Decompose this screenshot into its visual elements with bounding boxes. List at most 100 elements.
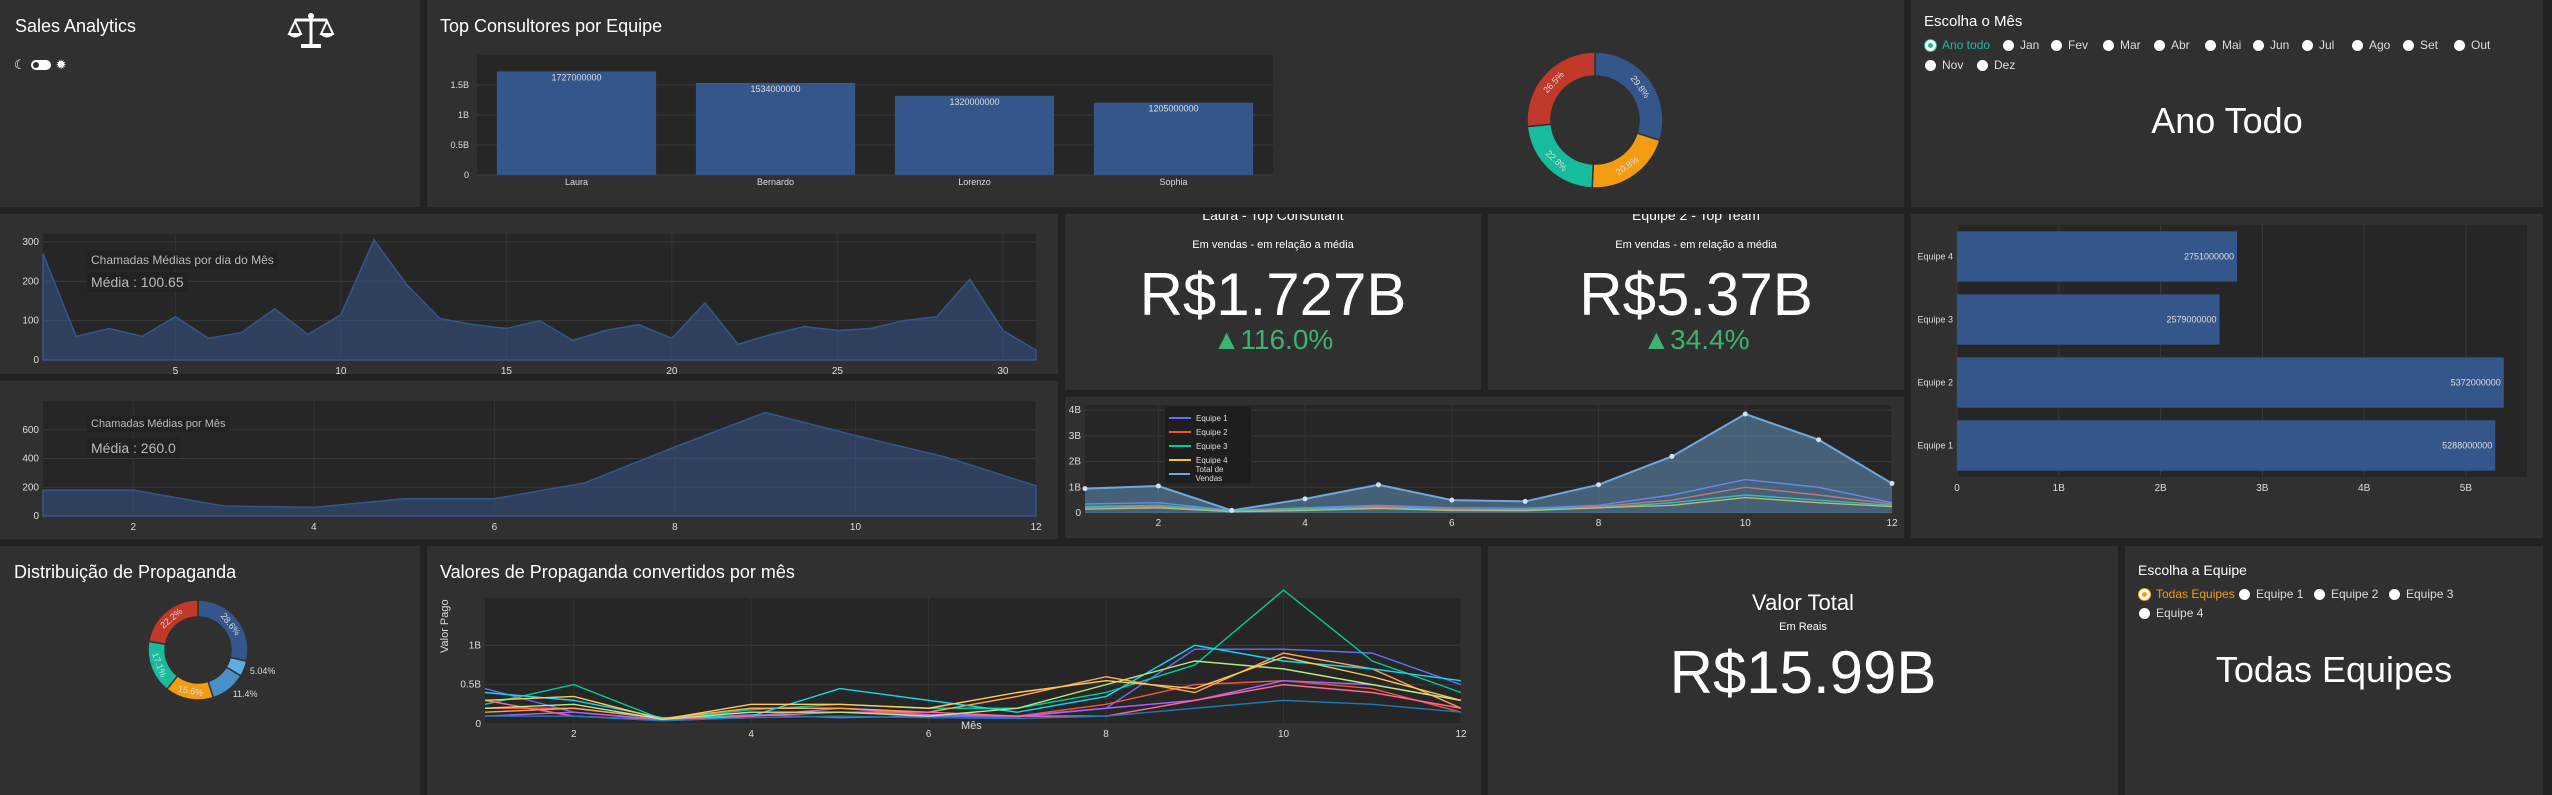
- header-card: Sales Analytics ☾ ✹: [0, 0, 420, 207]
- top-consultant-kpi-card: Laura - Top Consultant Em vendas - em re…: [1065, 214, 1481, 390]
- radio-dot[interactable]: [2003, 39, 2014, 51]
- series-point: [1155, 483, 1161, 489]
- radio-label: Mai: [2222, 38, 2242, 52]
- legend-item[interactable]: Equipe 1: [1169, 411, 1251, 425]
- legend-label: Total de Vendas: [1195, 465, 1224, 483]
- radio-option[interactable]: Equipe 1: [2239, 587, 2303, 601]
- toggle-switch[interactable]: [30, 60, 51, 70]
- bar: [1957, 357, 2504, 408]
- ad-values-xlabel: Mês: [961, 720, 982, 732]
- x-tick-label: 25: [832, 366, 844, 374]
- daily-calls-card: 0 100 200 300 5 10 15 20 25 30 Chamadas Médias po…: [0, 214, 1058, 374]
- radio-dot[interactable]: [2314, 588, 2325, 600]
- x-tick-label: 12: [1886, 518, 1898, 529]
- radio-dot[interactable]: [2302, 39, 2313, 51]
- ad-values-ylabel: Valor Pago: [439, 599, 451, 653]
- radio-option[interactable]: Mai: [2205, 38, 2241, 52]
- legend-swatch: [1169, 473, 1191, 475]
- daily-calls-area-chart: 0 100 200 300 5 10 15 20 25 30: [22, 234, 1037, 374]
- legend-swatch: [1169, 431, 1191, 433]
- x-tick-label: 15: [501, 366, 513, 374]
- radio-option[interactable]: Equipe 3: [2389, 587, 2453, 601]
- series-line: [484, 660, 1462, 720]
- radio-option[interactable]: Ago: [2352, 38, 2390, 52]
- x-tick-label: 6: [926, 729, 932, 740]
- radio-option[interactable]: Out: [2454, 38, 2490, 52]
- sales-by-team-card: 0 1B 2B 3B 4B 2 4 6 8 10 12 Equipe 1 Equipe 2 Equipe…: [1065, 397, 1904, 538]
- x-tick-label: 3B: [2256, 483, 2269, 494]
- radio-dot[interactable]: [2352, 39, 2363, 51]
- radio-dot[interactable]: [2403, 39, 2414, 51]
- radio-dot[interactable]: [2139, 588, 2150, 600]
- x-tick-label: 5B: [2460, 483, 2473, 494]
- radio-option[interactable]: Equipe 2: [2314, 587, 2378, 601]
- radio-dot[interactable]: [2139, 607, 2150, 619]
- radio-label: Fev: [2068, 38, 2089, 52]
- radio-option[interactable]: Mar: [2103, 38, 2141, 52]
- radio-dot[interactable]: [1977, 59, 1988, 71]
- legend-swatch: [1169, 459, 1191, 461]
- radio-dot[interactable]: [1925, 39, 1936, 51]
- radio-dot[interactable]: [2454, 39, 2465, 51]
- radio-dot[interactable]: [2389, 588, 2400, 600]
- x-tick-label: 4: [311, 522, 317, 533]
- y-tick-label: 2B: [1069, 457, 1082, 468]
- y-tick-label: 0: [475, 719, 481, 730]
- monthly-calls-annotation-value: Média : 260.0: [87, 438, 180, 458]
- daily-calls-annotation-value: Média : 100.65: [87, 272, 188, 292]
- radio-option[interactable]: Todas Equipes: [2139, 587, 2235, 601]
- y-tick-label: 0: [1075, 508, 1081, 519]
- monthly-calls-annotation-title: Chamadas Médias por Mês: [87, 416, 230, 432]
- radio-option[interactable]: Nov: [1925, 58, 1963, 72]
- radio-option[interactable]: Dez: [1977, 58, 2015, 72]
- total-value-subtitle: Em Reais: [1779, 621, 1827, 633]
- bar-data-label: 2579000000: [2166, 315, 2216, 325]
- monthly-calls-card: 0 200 400 600 2 4 6 8 10 12 Chamadas Médias por M…: [0, 381, 1058, 539]
- x-tick-label: 5: [173, 366, 179, 374]
- radio-dot[interactable]: [1925, 59, 1936, 71]
- y-tick-label: Equipe 2: [1917, 378, 1953, 388]
- series-point: [1302, 496, 1308, 502]
- top-consultants-card: Top Consultores por Equipe 0 0.5B 1B 1.5B 17…: [427, 0, 1904, 207]
- legend-label: Equipe 2: [1196, 427, 1228, 437]
- y-tick-label: 4B: [1069, 405, 1082, 416]
- radio-label: Ago: [2369, 38, 2391, 52]
- ad-values-line-chart: 0 0.5B 1B 2 4 6 8 10 12: [460, 589, 1467, 740]
- radio-dot[interactable]: [2205, 39, 2216, 51]
- y-tick-label: 1B: [1069, 482, 1082, 493]
- radio-dot[interactable]: [2239, 588, 2250, 600]
- consultants-donut-chart: 29.8%20.8%22.8%26.5%: [1526, 51, 1664, 189]
- radio-dot[interactable]: [2253, 39, 2264, 51]
- series-point: [1375, 482, 1381, 488]
- top-team-kpi-subtitle: Em vendas - em relação a média: [1615, 239, 1777, 251]
- app-title: Sales Analytics: [15, 16, 137, 36]
- radio-label: Out: [2471, 38, 2491, 52]
- radio-option[interactable]: Jun: [2253, 38, 2289, 52]
- legend-item[interactable]: Equipe 2: [1169, 425, 1251, 439]
- y-tick-label: 0.5B: [460, 680, 481, 691]
- series-point: [1816, 437, 1822, 443]
- radio-dot[interactable]: [2154, 39, 2165, 51]
- radio-option[interactable]: Jan: [2003, 38, 2039, 52]
- month-picker-title: Escolha o Mês: [1924, 13, 2023, 30]
- ad-distribution-card: Distribuição de Propaganda 28.6% 5.04% 11.…: [0, 546, 420, 795]
- radio-option[interactable]: Set: [2403, 38, 2438, 52]
- radio-option[interactable]: Ano todo: [1925, 38, 1990, 52]
- x-tick-label: 1B: [2053, 483, 2066, 494]
- pie-slice: [1594, 51, 1664, 142]
- radio-label: Jun: [2270, 38, 2290, 52]
- radio-option[interactable]: Equipe 4: [2139, 606, 2203, 620]
- legend-item[interactable]: Total de Vendas: [1169, 465, 1251, 483]
- legend-item[interactable]: Equipe 3: [1169, 439, 1251, 453]
- radio-option[interactable]: Fev: [2051, 38, 2088, 52]
- x-tick-label: 6: [1449, 518, 1455, 529]
- radio-option[interactable]: Abr: [2154, 38, 2190, 52]
- radio-label: Abr: [2171, 38, 2190, 52]
- x-tick-label: 4B: [2358, 483, 2371, 494]
- radio-dot[interactable]: [2051, 39, 2062, 51]
- y-tick-label: Equipe 4: [1917, 252, 1953, 262]
- radio-dot[interactable]: [2103, 39, 2114, 51]
- radio-option[interactable]: Jul: [2302, 38, 2334, 52]
- x-tick-label: 10: [1740, 518, 1752, 529]
- theme-toggle[interactable]: ☾ ✹: [14, 57, 67, 73]
